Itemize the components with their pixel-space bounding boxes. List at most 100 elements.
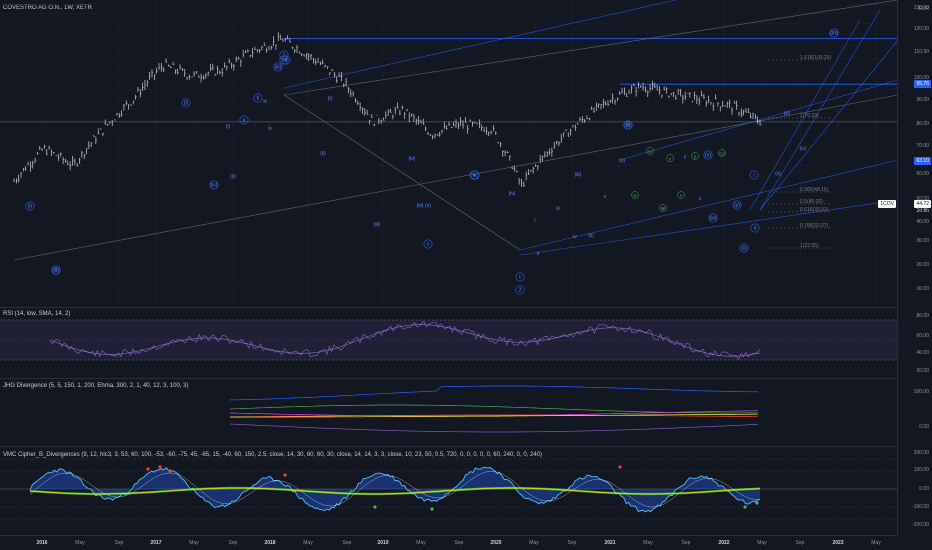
wave-text: y [694, 154, 697, 159]
jhg-tick: 100.00 [913, 389, 929, 395]
price-axis[interactable]: EUR 130.00 120.00 110.00 100.00 90.00 80.00 70… [897, 0, 932, 550]
wave-text: i [753, 173, 754, 179]
time-tick: May [303, 540, 313, 546]
wave-label: (i) [25, 201, 35, 211]
jhg-line [229, 404, 759, 414]
wave-text: a [243, 118, 246, 124]
time-tick: Sep [795, 540, 805, 546]
minor-wave-label: v [604, 194, 607, 200]
wave-text: w [648, 149, 652, 154]
vmc-signal-dot [755, 501, 759, 505]
price-tick: 10.00 [916, 286, 929, 292]
trend-line [759, 9, 881, 211]
rsi-tick: 20.00 [916, 368, 929, 374]
wave-text: x [669, 156, 672, 161]
time-tick: 2021 [604, 540, 616, 546]
green-wave-label: (x) [718, 149, 726, 157]
trend-line [619, 79, 898, 161]
minor-wave-label: (iv) [409, 156, 416, 162]
time-tick: 2017 [150, 540, 162, 546]
time-axis[interactable]: 2016 May Sep 2017 May Sep 2018 May Sep 2019 May Sep… [0, 535, 898, 550]
fib-label: 0.382(48.15) [800, 187, 829, 193]
rsi-tick: 80.00 [916, 313, 929, 319]
vmc-chart [0, 458, 898, 520]
wave-text: (III) [830, 31, 838, 37]
time-tick: 2023 [832, 540, 844, 546]
time-tick: May [529, 540, 539, 546]
wave-text: (I) [184, 101, 189, 107]
time-tick: 2018 [264, 540, 276, 546]
wave-text: c [427, 242, 430, 248]
time-tick: May [871, 540, 881, 546]
wave-label: (III) [829, 28, 839, 38]
jhg-tick: 0.00 [919, 424, 929, 430]
minor-wave-label: (ii) [230, 174, 236, 180]
green-wave-label: x [666, 154, 674, 162]
price-tick: 90.00 [916, 97, 929, 103]
vmc-signal-dot [146, 467, 150, 471]
green-wave-label: w [631, 191, 639, 199]
time-tick: Sep [114, 540, 124, 546]
price-chart[interactable]: 1.618(103.20) 1(76.93) 0.382(48.15) 0.5(45.… [0, 0, 898, 305]
price-tick: 130.00 [913, 5, 929, 11]
wave-text: 2 [519, 288, 522, 294]
time-tick: 2022 [718, 540, 730, 546]
wave-label: (x) [703, 150, 713, 160]
fib-label: 0.618(39.51) [800, 207, 829, 213]
wave-text: (ii) [741, 246, 747, 252]
vmc-signal-dot [618, 465, 622, 469]
green-wave-label: y [691, 152, 699, 160]
trend-line [283, 94, 521, 251]
wave-label: (ii) [739, 243, 749, 253]
wave-label: ii [750, 223, 760, 233]
time-tick: Sep [681, 540, 691, 546]
wave-label: (iii) [273, 62, 283, 72]
rsi-band [0, 320, 898, 360]
symbol-badge: 1COV [878, 200, 896, 208]
jhg-line [229, 423, 759, 433]
price-tick: 120.00 [913, 26, 929, 32]
price-tick: 70.00 [916, 143, 929, 149]
vmc-signal-dot [373, 505, 377, 509]
wave-label: 2 [515, 285, 525, 295]
last-price-badge: 44.72 [914, 200, 931, 208]
jhg-chart [229, 385, 759, 433]
wave-text: (w) [710, 216, 717, 222]
trend-line [519, 199, 898, 256]
jhg-line [229, 385, 759, 401]
wave-text: b [473, 173, 476, 179]
rsi-tick: 40.00 [916, 350, 929, 356]
fib-label: 0.5(45.02) [800, 199, 823, 205]
minor-wave-label: (i) [226, 124, 231, 130]
wave-text: w [633, 193, 637, 198]
rsi-tick: 60.00 [916, 333, 929, 339]
green-wave-label: w [646, 147, 654, 155]
vmc-tick: 200.00 [913, 450, 929, 456]
minor-wave-label: (v) [425, 203, 431, 209]
time-tick: May [757, 540, 767, 546]
time-tick: Sep [228, 540, 238, 546]
wave-label: (w) [708, 213, 718, 223]
wave-text: b [257, 96, 260, 102]
minor-wave-label: (iii) [575, 172, 582, 178]
fib-label: 1(22.55) [800, 243, 819, 249]
minor-wave-label: x [699, 196, 702, 202]
time-tick: May [75, 540, 85, 546]
minor-wave-label: (iii) [374, 222, 381, 228]
vmc-signal-dot [743, 505, 747, 509]
minor-wave-label: iii [556, 206, 559, 212]
time-tick: May [416, 540, 426, 546]
wave-text: x [680, 193, 683, 198]
minor-wave-label: (iv) [417, 203, 424, 209]
time-tick: 2020 [490, 540, 502, 546]
minor-wave-label: iii [263, 99, 266, 105]
minor-wave-label: (iii) [784, 111, 791, 117]
minor-wave-label: y [684, 154, 687, 160]
high-badge: 95.76 [914, 80, 931, 88]
vmc-tick: 100.00 [913, 467, 929, 473]
green-wave-label: x [677, 191, 685, 199]
wave-label: i [749, 170, 759, 180]
price-tick: 60.00 [916, 171, 929, 177]
minor-wave-label: iv [268, 126, 272, 132]
vmc-signal-dot [158, 465, 162, 469]
